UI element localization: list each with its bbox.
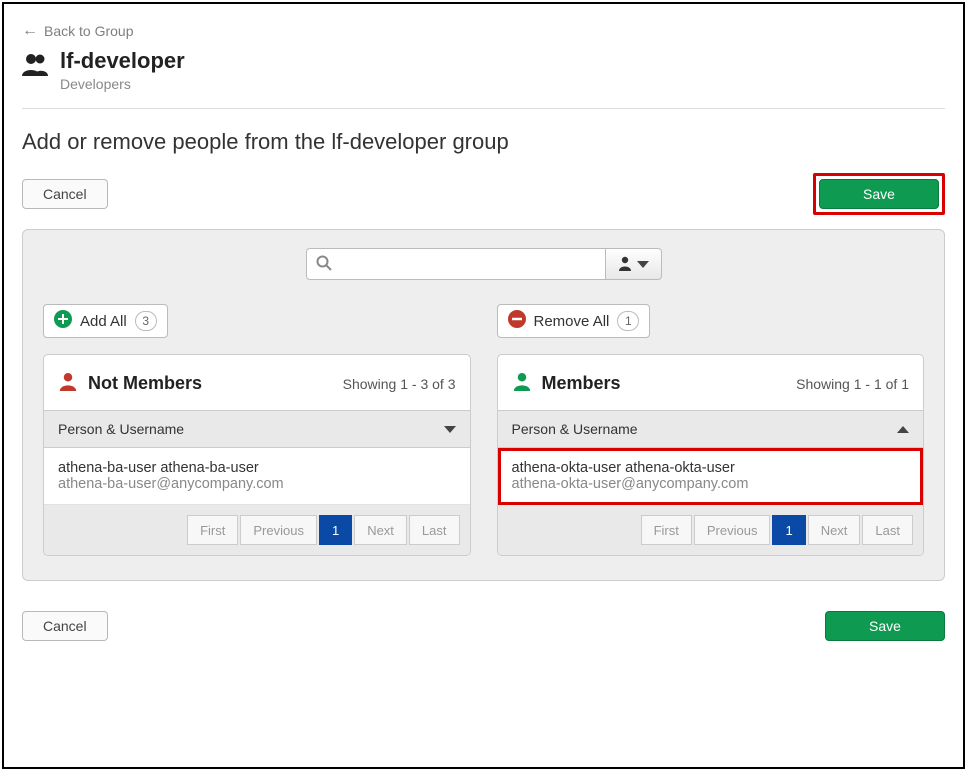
- left-arrow-icon: ←: [22, 22, 38, 40]
- search-icon: [316, 255, 332, 274]
- back-to-group-link[interactable]: ← Back to Group: [22, 22, 945, 40]
- pager-first[interactable]: First: [187, 515, 238, 545]
- sort-asc-icon: [897, 426, 909, 433]
- row-email: athena-okta-user@anycompany.com: [512, 476, 910, 492]
- not-members-showing: Showing 1 - 3 of 3: [343, 376, 456, 392]
- pager-prev[interactable]: Previous: [240, 515, 317, 545]
- pager-page-1[interactable]: 1: [772, 515, 805, 545]
- group-icon: [22, 48, 48, 79]
- group-subtitle: Developers: [60, 76, 185, 92]
- not-members-pager: First Previous 1 Next Last: [44, 505, 470, 555]
- save-highlight: Save: [813, 173, 945, 215]
- not-members-column-header[interactable]: Person & Username: [44, 410, 470, 448]
- not-members-col-label: Person & Username: [58, 421, 184, 437]
- save-button[interactable]: Save: [819, 179, 939, 209]
- page-heading: Add or remove people from the lf-develop…: [22, 129, 945, 155]
- search-type-dropdown[interactable]: [606, 248, 662, 280]
- pager-page-1[interactable]: 1: [319, 515, 352, 545]
- group-name: lf-developer: [60, 48, 185, 74]
- cancel-button-bottom[interactable]: Cancel: [22, 611, 108, 641]
- row-name: athena-okta-user athena-okta-user: [512, 460, 910, 476]
- members-col-label: Person & Username: [512, 421, 638, 437]
- plus-circle-icon: [54, 310, 72, 332]
- not-member-row[interactable]: athena-ba-user athena-ba-user athena-ba-…: [44, 448, 470, 505]
- pager-last[interactable]: Last: [862, 515, 913, 545]
- pager-next[interactable]: Next: [354, 515, 407, 545]
- not-members-card: Not Members Showing 1 - 3 of 3 Person & …: [43, 354, 471, 556]
- members-column: Remove All 1 Members Showing 1 - 1 of 1: [497, 304, 925, 556]
- remove-all-count: 1: [617, 311, 639, 331]
- members-card: Members Showing 1 - 1 of 1 Person & User…: [497, 354, 925, 556]
- search-input[interactable]: [306, 248, 606, 280]
- group-header: lf-developer Developers: [22, 48, 945, 92]
- members-title: Members: [542, 373, 621, 394]
- members-column-header[interactable]: Person & Username: [498, 410, 924, 448]
- person-icon: [617, 255, 633, 274]
- add-all-count: 3: [135, 311, 157, 331]
- pager-prev[interactable]: Previous: [694, 515, 771, 545]
- person-red-icon: [58, 371, 78, 396]
- members-showing: Showing 1 - 1 of 1: [796, 376, 909, 392]
- caret-down-icon: [637, 261, 649, 268]
- divider: [22, 108, 945, 109]
- pager-next[interactable]: Next: [808, 515, 861, 545]
- add-all-button[interactable]: Add All 3: [43, 304, 168, 338]
- minus-circle-icon: [508, 310, 526, 332]
- search-bar: [43, 248, 924, 280]
- not-members-column: Add All 3 Not Members Showing 1 - 3 of 3: [43, 304, 471, 556]
- cancel-button[interactable]: Cancel: [22, 179, 108, 209]
- row-email: athena-ba-user@anycompany.com: [58, 476, 456, 492]
- save-button-bottom[interactable]: Save: [825, 611, 945, 641]
- not-members-title: Not Members: [88, 373, 202, 394]
- member-row[interactable]: athena-okta-user athena-okta-user athena…: [498, 448, 924, 505]
- membership-panel: Add All 3 Not Members Showing 1 - 3 of 3: [22, 229, 945, 581]
- members-pager: First Previous 1 Next Last: [498, 505, 924, 555]
- remove-all-label: Remove All: [534, 313, 610, 330]
- add-all-label: Add All: [80, 313, 127, 330]
- remove-all-button[interactable]: Remove All 1: [497, 304, 651, 338]
- pager-first[interactable]: First: [641, 515, 692, 545]
- row-name: athena-ba-user athena-ba-user: [58, 460, 456, 476]
- pager-last[interactable]: Last: [409, 515, 460, 545]
- sort-desc-icon: [444, 426, 456, 433]
- back-label: Back to Group: [44, 23, 134, 39]
- person-green-icon: [512, 371, 532, 396]
